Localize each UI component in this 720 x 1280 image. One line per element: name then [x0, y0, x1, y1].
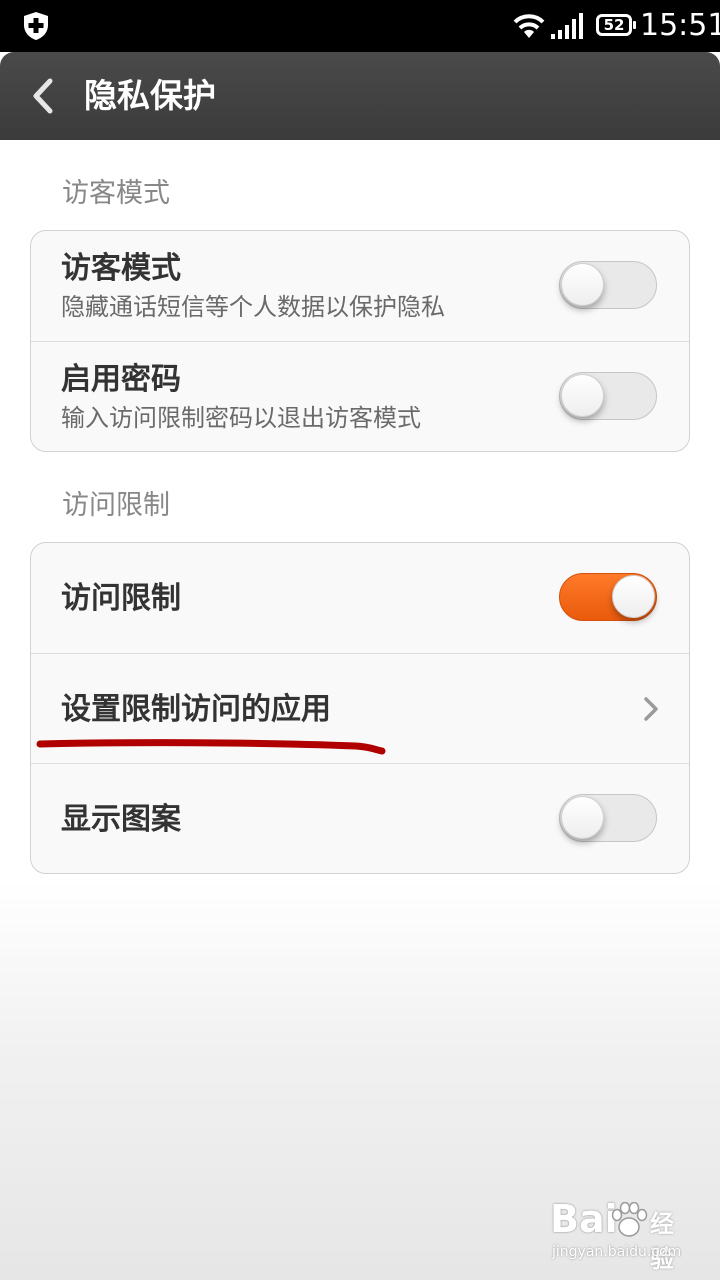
annotation-underline [36, 739, 386, 755]
setting-title: 访问限制 [61, 581, 181, 616]
chevron-left-icon[interactable] [30, 78, 56, 114]
setting-row-show-pattern[interactable]: 显示图案 [31, 763, 689, 873]
watermark-suffix: 经验 [650, 1210, 674, 1273]
signal-icon [551, 13, 583, 39]
watermark-brand: Bai [550, 1197, 618, 1241]
setting-row-enable-password[interactable]: 启用密码 输入访问限制密码以退出访客模式 [31, 341, 689, 451]
access-restriction-card: 访问限制 设置限制访问的应用 显示图案 [30, 542, 690, 874]
setting-title: 显示图案 [61, 802, 181, 837]
battery-icon: 52 [596, 14, 636, 36]
paw-icon [611, 1202, 648, 1237]
action-bar: 隐私保护 [0, 52, 720, 140]
chevron-right-icon[interactable] [643, 696, 659, 722]
toggle-knob [612, 575, 655, 618]
wifi-icon [513, 14, 545, 38]
section-header-guest-mode: 访客模式 [62, 178, 170, 209]
access-restriction-toggle[interactable] [559, 573, 657, 621]
setting-title: 设置限制访问的应用 [61, 692, 331, 727]
setting-subtitle: 输入访问限制密码以退出访客模式 [61, 404, 421, 432]
guest-mode-card: 访客模式 隐藏通话短信等个人数据以保护隐私 启用密码 输入访问限制密码以退出访客… [30, 230, 690, 452]
setting-subtitle: 隐藏通话短信等个人数据以保护隐私 [61, 293, 445, 321]
setting-row-access-restriction[interactable]: 访问限制 [31, 543, 689, 653]
baidu-jingyan-watermark: Bai 经验 jingyan.baidu.com [550, 1196, 690, 1273]
toggle-knob [561, 263, 604, 306]
show-pattern-toggle[interactable] [559, 794, 657, 842]
setting-title: 访客模式 [61, 251, 181, 286]
status-bar: 52 15:51 [0, 0, 720, 52]
watermark-url: jingyan.baidu.com [552, 1244, 682, 1260]
setting-row-guest-mode[interactable]: 访客模式 隐藏通话短信等个人数据以保护隐私 [31, 231, 689, 341]
toggle-knob [561, 374, 604, 417]
page-title: 隐私保护 [84, 76, 216, 115]
toggle-knob [561, 796, 604, 839]
clock: 15:51 [640, 8, 720, 43]
enable-password-toggle[interactable] [559, 372, 657, 420]
shield-plus-icon [24, 12, 48, 40]
battery-level: 52 [603, 16, 625, 34]
section-header-access-restriction: 访问限制 [62, 490, 170, 521]
guest-mode-toggle[interactable] [559, 261, 657, 309]
setting-title: 启用密码 [61, 362, 181, 397]
